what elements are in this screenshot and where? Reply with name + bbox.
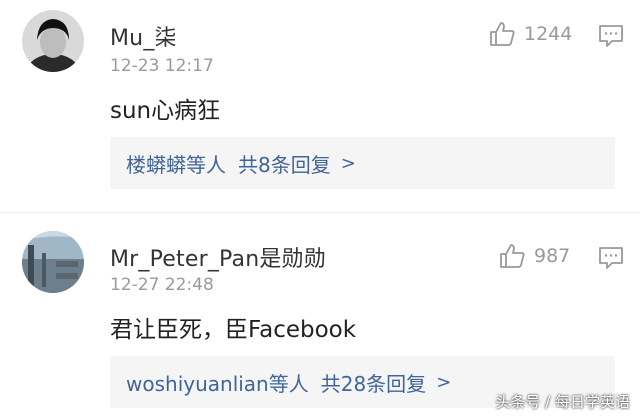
username[interactable]: Mu_柒	[110, 20, 177, 52]
chevron-right-icon: >	[340, 152, 356, 174]
thumbs-up-icon	[500, 244, 525, 268]
chevron-right-icon: >	[436, 371, 452, 393]
watermark: 头条号 / 每日学英语	[495, 393, 630, 411]
like-button[interactable]: 1244	[488, 20, 572, 48]
username[interactable]: Mr_Peter_Pan是勋勋	[110, 241, 326, 273]
thumbs-up-icon	[490, 22, 515, 46]
reply-users: 楼蟒蟒等人	[126, 152, 226, 177]
comment-bubble-icon[interactable]	[598, 24, 624, 48]
like-count: 1244	[524, 23, 573, 45]
comment-item: Mr_Peter_Pan是勋勋 12-27 22:48 987 君让臣死，臣Fa…	[0, 213, 640, 416]
comment-time: 12-27 22:48	[110, 275, 214, 295]
comment-item: Mu_柒 12-23 12:17 1244 sun心病狂 楼蟒蟒等人 共8条回复…	[0, 0, 640, 212]
avatar[interactable]	[22, 10, 84, 72]
comment-time: 12-23 12:17	[110, 56, 214, 76]
replies-link[interactable]: 楼蟒蟒等人 共8条回复 >	[110, 137, 615, 189]
comment-text: sun心病狂	[110, 98, 221, 124]
comment-bubble-icon[interactable]	[598, 246, 624, 270]
reply-users: woshiyuanlian等人	[126, 371, 309, 396]
like-count: 987	[534, 245, 571, 267]
reply-count: 共8条回复	[238, 152, 331, 177]
like-button[interactable]: 987	[498, 242, 570, 270]
reply-count: 共28条回复	[320, 371, 427, 396]
comment-text: 君让臣死，臣Facebook	[110, 317, 357, 343]
avatar[interactable]	[22, 231, 84, 293]
